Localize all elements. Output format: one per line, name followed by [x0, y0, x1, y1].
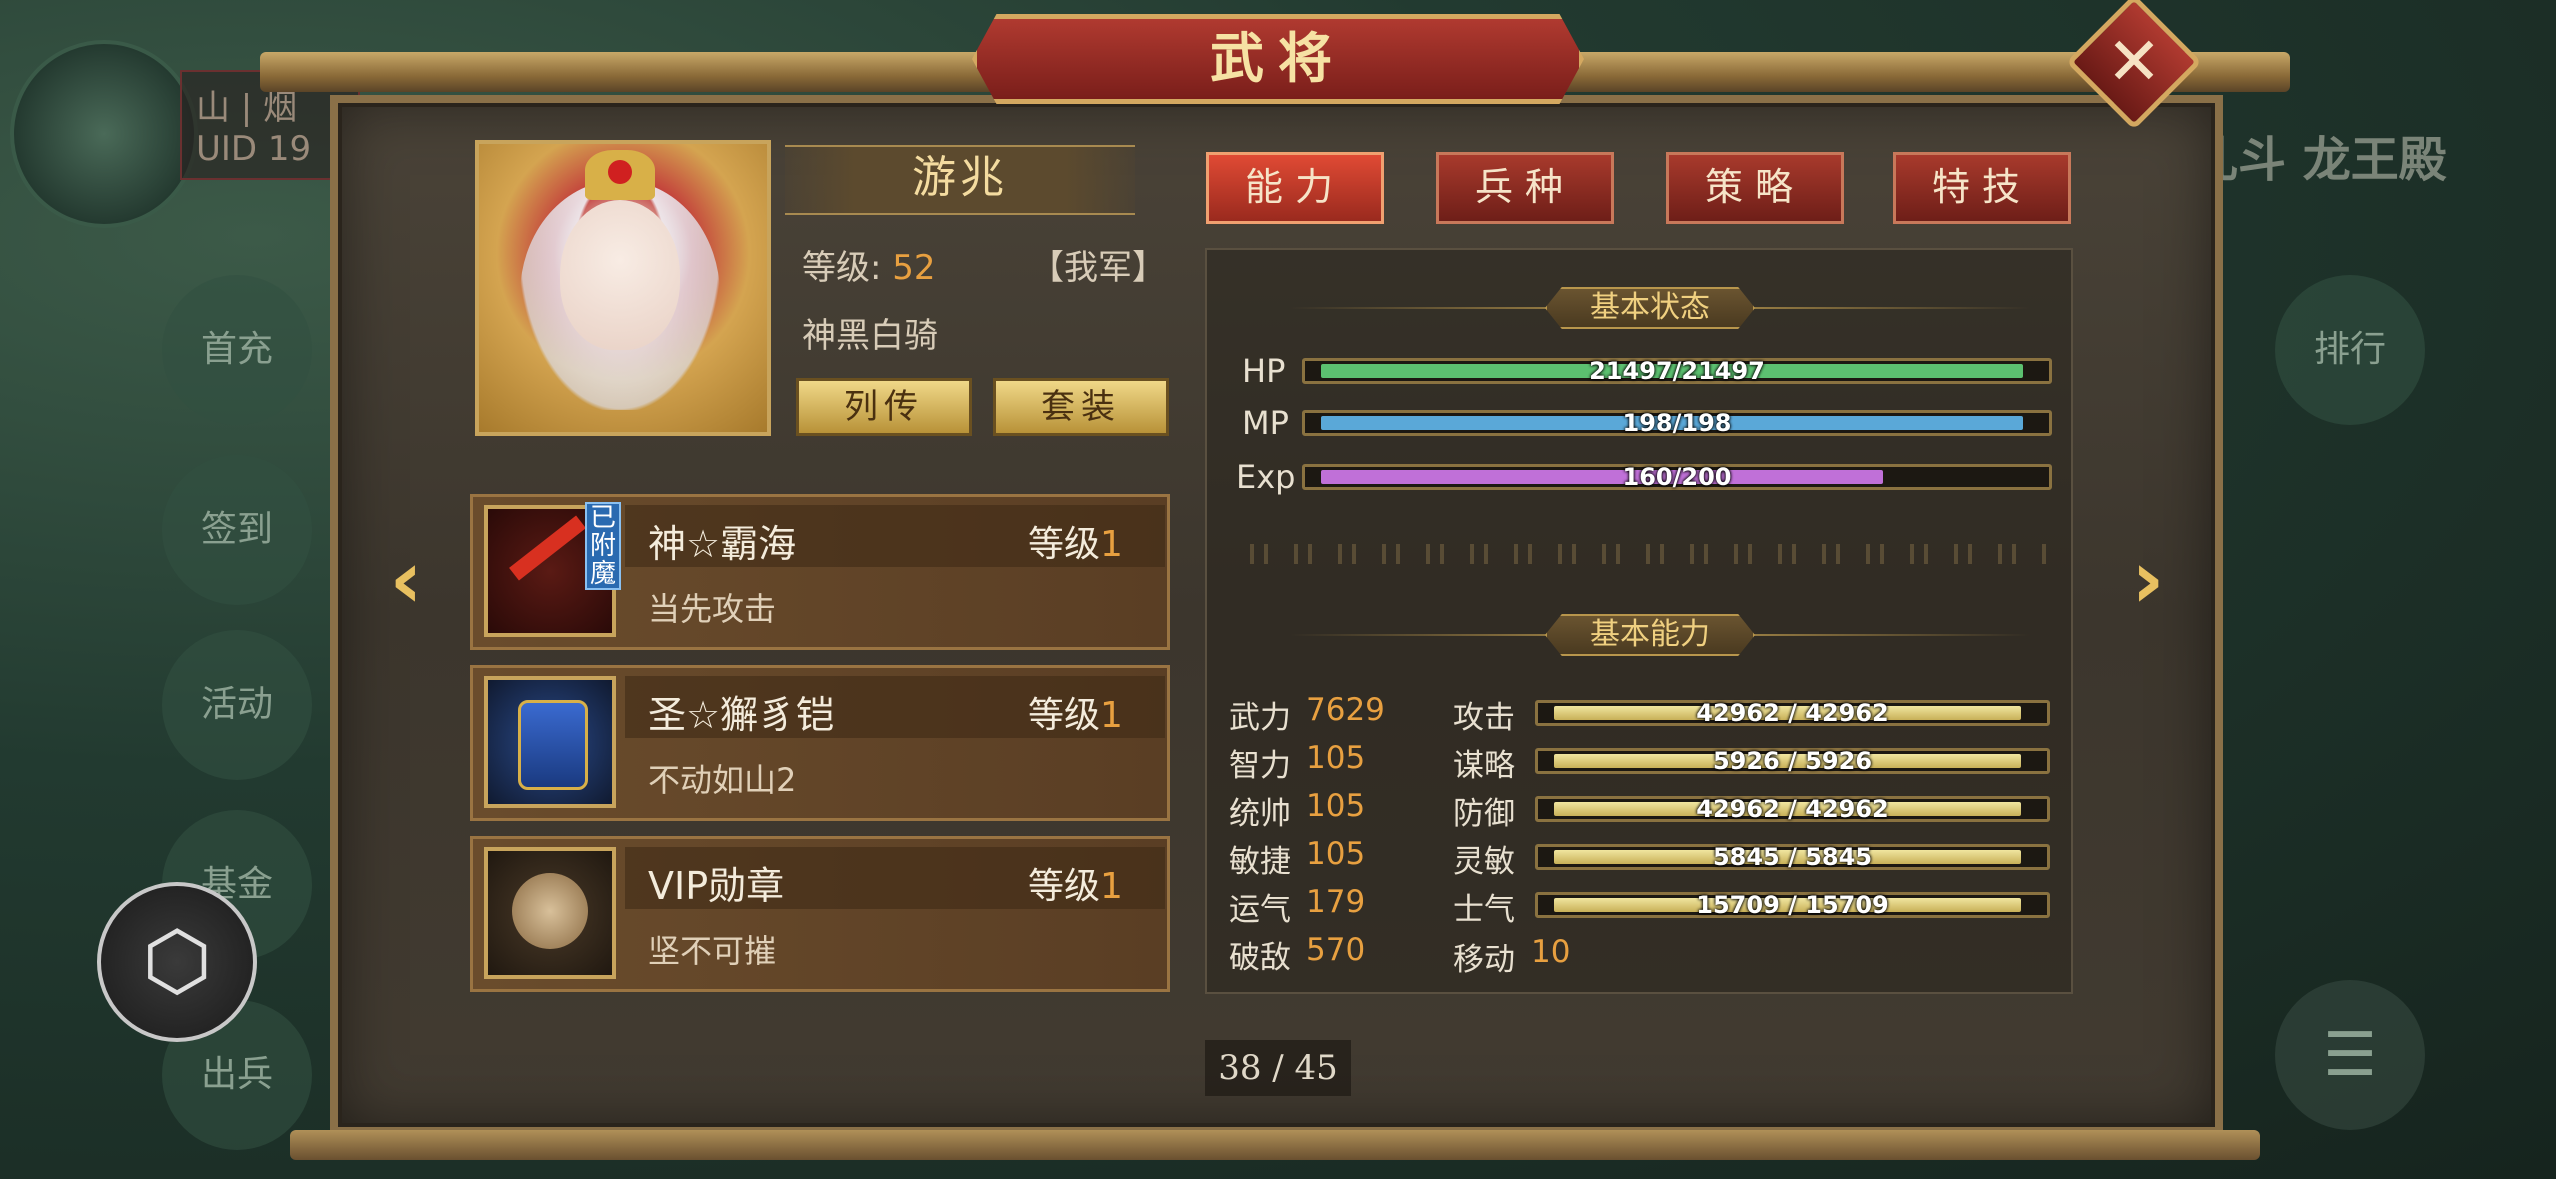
equipment-level: 等级1	[1028, 866, 1123, 907]
first-recharge-button[interactable]: 首充	[162, 275, 312, 425]
close-icon[interactable]: ✕	[2086, 14, 2182, 110]
stat-label: 智力	[1229, 748, 1291, 784]
tab-strategy[interactable]: 策略	[1666, 152, 1844, 224]
sign-in-button[interactable]: 签到	[162, 455, 312, 605]
level-value: 52	[892, 248, 936, 288]
stat-bar-value: 5845 / 5845	[1712, 843, 1873, 871]
enchanted-badge: 已附魔	[585, 502, 621, 590]
stat-label: 移动	[1453, 942, 1515, 978]
stat-label: 统帅	[1229, 796, 1291, 832]
dialog-title: 武将	[972, 14, 1584, 104]
exp-bar: 160/200	[1302, 463, 2052, 491]
decorative-border	[1250, 544, 2046, 564]
stat-bar-value: 42962 / 42962	[1696, 795, 1889, 823]
stat-label: 武力	[1229, 700, 1291, 736]
ranking-button[interactable]: 排行	[2275, 275, 2425, 425]
exp-label: Exp	[1236, 458, 1296, 496]
equipment-name: VIP勋章	[648, 864, 785, 908]
exp-value: 160/200	[1622, 463, 1732, 491]
equipment-skill: 坚不可摧	[648, 932, 777, 970]
mp-value: 198/198	[1622, 409, 1732, 437]
stat-label: 破敌	[1229, 940, 1291, 976]
stat-value: 10	[1531, 934, 1571, 970]
stat-label: 运气	[1229, 892, 1291, 928]
stat-label: 谋略	[1453, 748, 1515, 784]
hp-label: HP	[1242, 352, 1286, 390]
basic-ability-title: 基本能力	[1545, 614, 1755, 656]
mp-bar: 198/198	[1302, 409, 2052, 437]
stat-label: 灵敏	[1453, 844, 1515, 880]
troop-type: 神黑白骑	[802, 316, 938, 356]
stat-bar: 42962 / 42962	[1535, 699, 2050, 727]
armor-shape	[518, 700, 588, 790]
player-uid: UID 19	[196, 129, 312, 169]
arrow-left-icon[interactable]: ‹	[376, 540, 436, 620]
menu-icon[interactable]: ☰	[2275, 980, 2425, 1130]
stat-value: 179	[1306, 884, 1366, 920]
stat-value: 7629	[1306, 692, 1385, 728]
hp-bar: 21497/21497	[1302, 357, 2052, 385]
set-button[interactable]: 套装	[993, 378, 1169, 436]
tab-troops[interactable]: 兵种	[1436, 152, 1614, 224]
stat-bar-value: 5926 / 5926	[1712, 747, 1873, 775]
arrow-right-icon[interactable]: ›	[2118, 540, 2178, 620]
equipment-skill: 不动如山2	[648, 761, 797, 799]
tab-skills[interactable]: 特技	[1893, 152, 2071, 224]
activity-button[interactable]: 活动	[162, 630, 312, 780]
stat-bar: 15709 / 15709	[1535, 891, 2050, 919]
stat-bar: 5845 / 5845	[1535, 843, 2050, 871]
equipment-name: 神☆霸海	[648, 522, 797, 566]
page-indicator: 38 / 45	[1205, 1040, 1351, 1096]
stat-value: 570	[1306, 932, 1366, 968]
player-avatar[interactable]	[10, 40, 198, 228]
crown-gem	[608, 160, 632, 184]
tab-ability[interactable]: 能力	[1206, 152, 1384, 224]
stat-value: 105	[1306, 788, 1366, 824]
general-name: 游兆	[785, 145, 1135, 215]
stat-label: 防御	[1453, 796, 1515, 832]
level-row: 等级: 52	[802, 240, 936, 289]
stat-label: 敏捷	[1229, 844, 1291, 880]
equipment-level: 等级1	[1028, 695, 1123, 736]
cube-menu-icon[interactable]: ⬡	[97, 882, 257, 1042]
stat-bar-value: 42962 / 42962	[1696, 699, 1889, 727]
biography-button[interactable]: 列传	[796, 378, 972, 436]
stat-bar: 5926 / 5926	[1535, 747, 2050, 775]
faction-label: 【我军】	[1030, 248, 1166, 288]
stat-label: 士气	[1453, 892, 1515, 928]
equipment-name: 圣☆獬豸铠	[648, 693, 835, 737]
mp-label: MP	[1242, 404, 1289, 442]
portrait-face	[560, 200, 680, 350]
stat-value: 105	[1306, 836, 1366, 872]
dialog-bottom-border	[290, 1130, 2260, 1160]
medal-shape	[512, 873, 588, 949]
equipment-level: 等级1	[1028, 524, 1123, 565]
equipment-skill: 当先攻击	[648, 590, 777, 628]
hp-value: 21497/21497	[1589, 357, 1765, 385]
level-label: 等级:	[802, 248, 882, 288]
basic-status-title: 基本状态	[1545, 287, 1755, 329]
stat-label: 攻击	[1453, 700, 1515, 736]
stat-bar: 42962 / 42962	[1535, 795, 2050, 823]
stat-value: 105	[1306, 740, 1366, 776]
event-title: 乱斗 龙王殿	[2190, 132, 2447, 188]
stat-bar-value: 15709 / 15709	[1696, 891, 1889, 919]
